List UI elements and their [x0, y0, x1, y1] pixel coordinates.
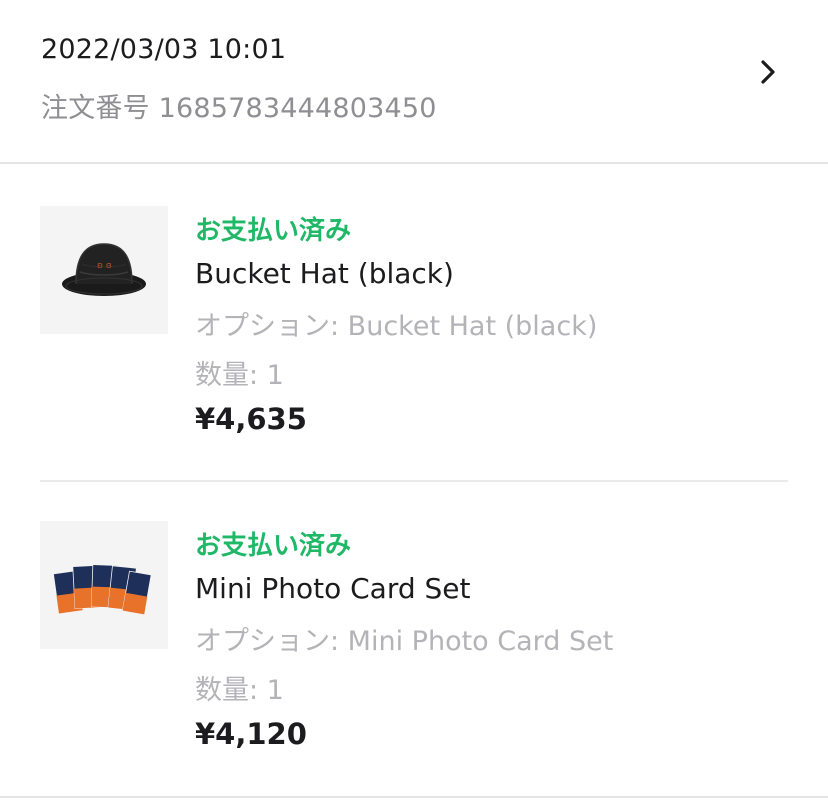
order-item[interactable]: ʚ ɞ お支払い済み Bucket Hat (black) オプション: Buc… — [40, 206, 788, 482]
divider — [0, 796, 828, 798]
product-option: オプション: Mini Photo Card Set — [195, 626, 614, 657]
product-name[interactable]: Bucket Hat (black) — [195, 257, 454, 290]
product-quantity: 数量: 1 — [195, 675, 284, 706]
product-image-photo-card-set[interactable] — [40, 521, 168, 649]
order-number: 注文番号 1685783444803450 — [41, 93, 437, 124]
svg-text:ʚ ɞ: ʚ ɞ — [97, 261, 112, 271]
product-price: ¥4,635 — [195, 402, 307, 436]
product-image-bucket-hat[interactable]: ʚ ɞ — [40, 206, 168, 334]
order-header[interactable]: 2022/03/03 10:01 注文番号 1685783444803450 — [0, 0, 828, 164]
order-date: 2022/03/03 10:01 — [41, 34, 287, 65]
payment-status: お支払い済み — [195, 531, 352, 561]
product-quantity: 数量: 1 — [195, 360, 284, 391]
payment-status: お支払い済み — [195, 216, 352, 246]
chevron-right-icon[interactable] — [752, 56, 784, 88]
order-detail-page: 2022/03/03 10:01 注文番号 1685783444803450 ʚ… — [0, 0, 828, 800]
product-option: オプション: Bucket Hat (black) — [195, 311, 598, 342]
product-name[interactable]: Mini Photo Card Set — [195, 572, 471, 605]
order-item[interactable]: お支払い済み Mini Photo Card Set オプション: Mini P… — [40, 521, 788, 781]
product-price: ¥4,120 — [195, 717, 307, 751]
